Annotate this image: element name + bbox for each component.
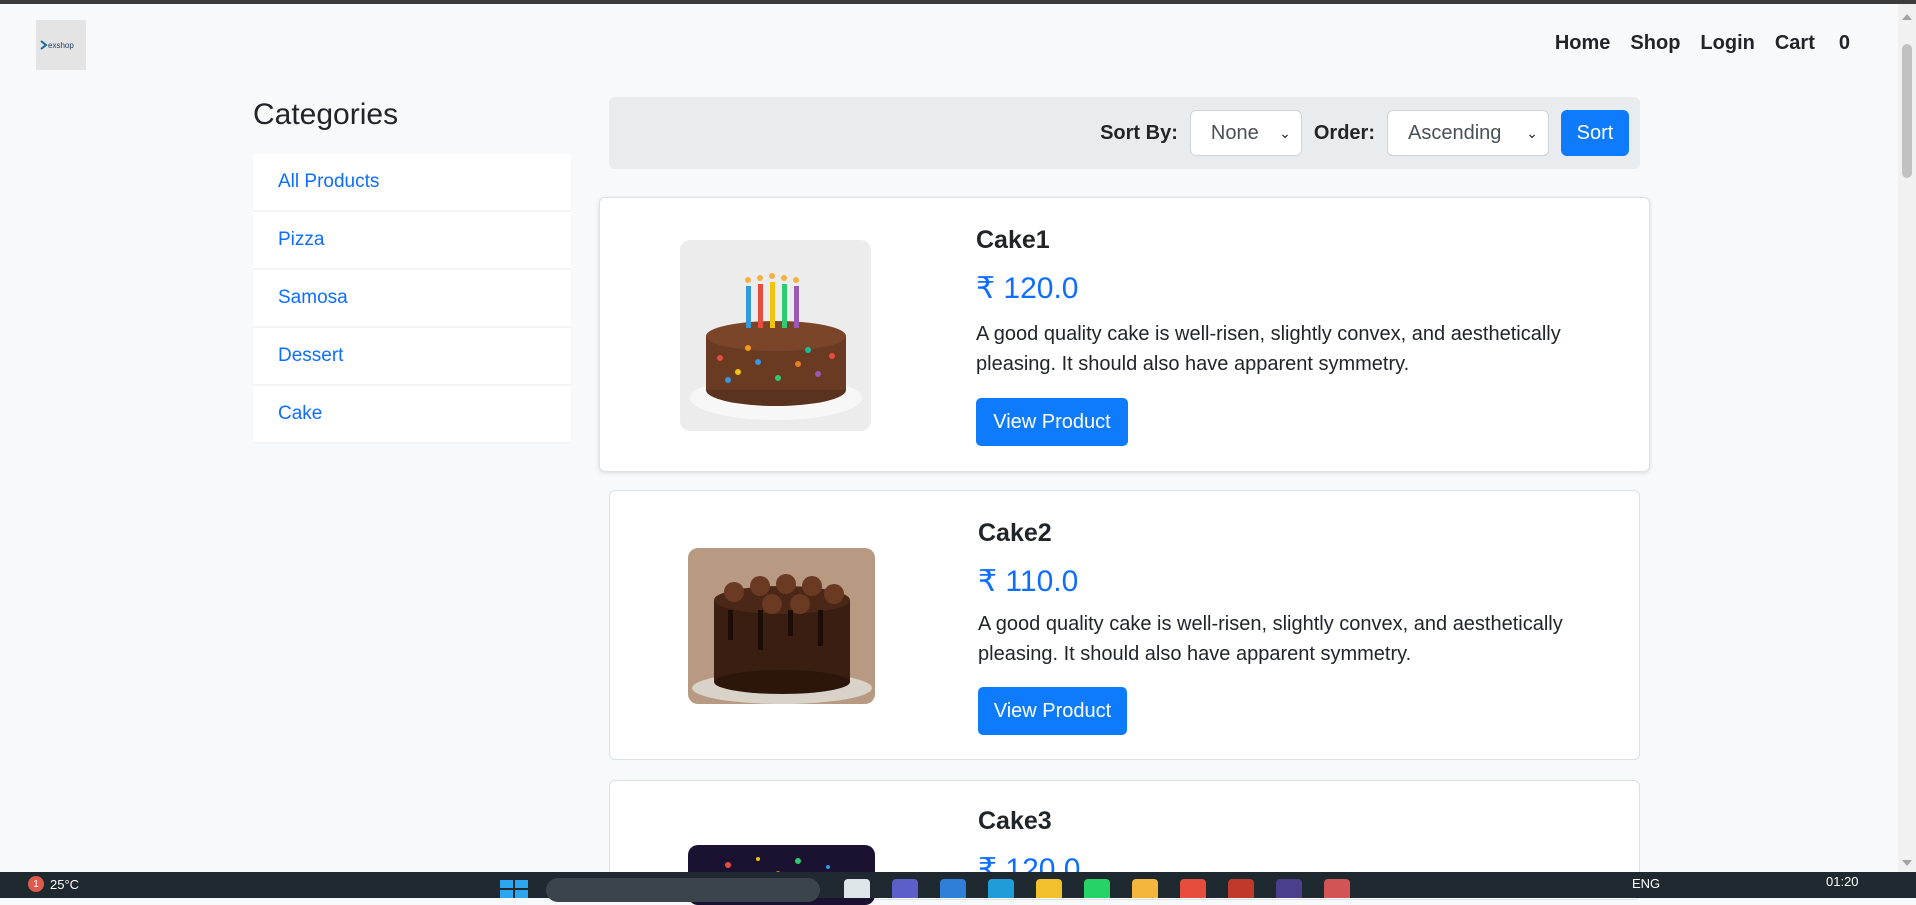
scroll-down-arrow-icon[interactable]: [1902, 860, 1912, 866]
scroll-up-arrow-icon[interactable]: [1902, 14, 1912, 20]
order-value: Ascending: [1408, 121, 1502, 144]
order-select[interactable]: Ascending ⌄: [1387, 110, 1549, 156]
product-name: Cake1: [976, 226, 1050, 254]
app-icon[interactable]: [1324, 879, 1350, 898]
edge-icon[interactable]: [988, 879, 1014, 898]
notification-badge: 1: [28, 876, 44, 892]
file-icon[interactable]: [844, 879, 870, 898]
page-scrollbar[interactable]: [1898, 4, 1916, 872]
product-image-cake2[interactable]: [688, 548, 875, 704]
app-icon[interactable]: [1276, 879, 1302, 898]
sort-toolbar: Sort By: None ⌄ Order: Ascending ⌄ Sort: [609, 97, 1640, 169]
chocolate-cake-image: [688, 548, 875, 704]
brand-logo[interactable]: exshop: [36, 20, 86, 70]
sort-button[interactable]: Sort: [1561, 110, 1629, 156]
product-card: Cake2 ₹ 110.0 A good quality cake is wel…: [609, 490, 1640, 760]
product-price: ₹ 120.0: [976, 272, 1079, 305]
category-pizza[interactable]: Pizza: [253, 212, 571, 270]
whatsapp-icon[interactable]: [1084, 879, 1110, 898]
nav-shop-link[interactable]: Shop: [1630, 32, 1680, 55]
teams-icon[interactable]: [892, 879, 918, 898]
nav-login-link[interactable]: Login: [1700, 32, 1754, 55]
sort-by-select[interactable]: None ⌄: [1189, 110, 1302, 156]
app-icon[interactable]: [1228, 879, 1254, 898]
weather-widget[interactable]: 1 25°C: [28, 876, 79, 892]
taskbar-search-box[interactable]: [546, 878, 820, 902]
scrollbar-thumb[interactable]: [1902, 44, 1912, 178]
category-cake[interactable]: Cake: [253, 386, 571, 444]
product-image-cake1[interactable]: [680, 240, 871, 431]
order-label: Order:: [1313, 121, 1375, 144]
product-description: A good quality cake is well-risen, sligh…: [976, 323, 1561, 375]
sort-by-label: Sort By:: [1100, 121, 1178, 144]
folder-icon[interactable]: [1132, 879, 1158, 898]
categories-heading: Categories: [253, 98, 399, 131]
cart-count-badge[interactable]: 0: [1839, 32, 1850, 55]
view-product-button[interactable]: View Product: [978, 687, 1127, 735]
view-product-button[interactable]: View Product: [976, 398, 1128, 446]
system-clock[interactable]: 01:20: [1826, 874, 1859, 889]
product-name: Cake2: [978, 519, 1052, 547]
category-dessert[interactable]: Dessert: [253, 328, 571, 386]
exshop-logo-icon: exshop: [40, 40, 74, 50]
chrome-icon[interactable]: [1036, 879, 1062, 898]
nav-cart-link[interactable]: Cart: [1775, 32, 1815, 55]
main-nav: Home Shop Login Cart 0: [1555, 32, 1850, 55]
product-description: A good quality cake is well-risen, sligh…: [978, 613, 1563, 665]
nav-home-link[interactable]: Home: [1555, 32, 1611, 55]
category-samosa[interactable]: Samosa: [253, 270, 571, 328]
temperature: 25°C: [50, 876, 80, 892]
browser-top-border: [0, 0, 1916, 4]
category-all-products[interactable]: All Products: [253, 154, 571, 212]
product-price: ₹ 110.0: [978, 565, 1079, 598]
outlook-icon[interactable]: [940, 879, 966, 898]
sort-by-value: None: [1210, 121, 1259, 144]
logo-wordmark: exshop: [48, 41, 74, 50]
windows-start-icon[interactable]: [500, 880, 528, 898]
chevron-down-icon: ⌄: [1279, 124, 1291, 141]
birthday-cake-image: [680, 240, 871, 431]
language-indicator[interactable]: ENG: [1632, 876, 1660, 891]
category-list: All Products Pizza Samosa Dessert Cake: [253, 154, 571, 444]
taskbar-apps: [844, 879, 1350, 898]
os-taskbar: 1 25°C ENG 01:20: [0, 872, 1916, 902]
product-name: Cake3: [978, 807, 1052, 835]
brave-icon[interactable]: [1180, 879, 1206, 898]
product-card: Cake1 ₹ 120.0 A good quality cake is wel…: [599, 197, 1650, 472]
chevron-down-icon: ⌄: [1526, 124, 1538, 141]
